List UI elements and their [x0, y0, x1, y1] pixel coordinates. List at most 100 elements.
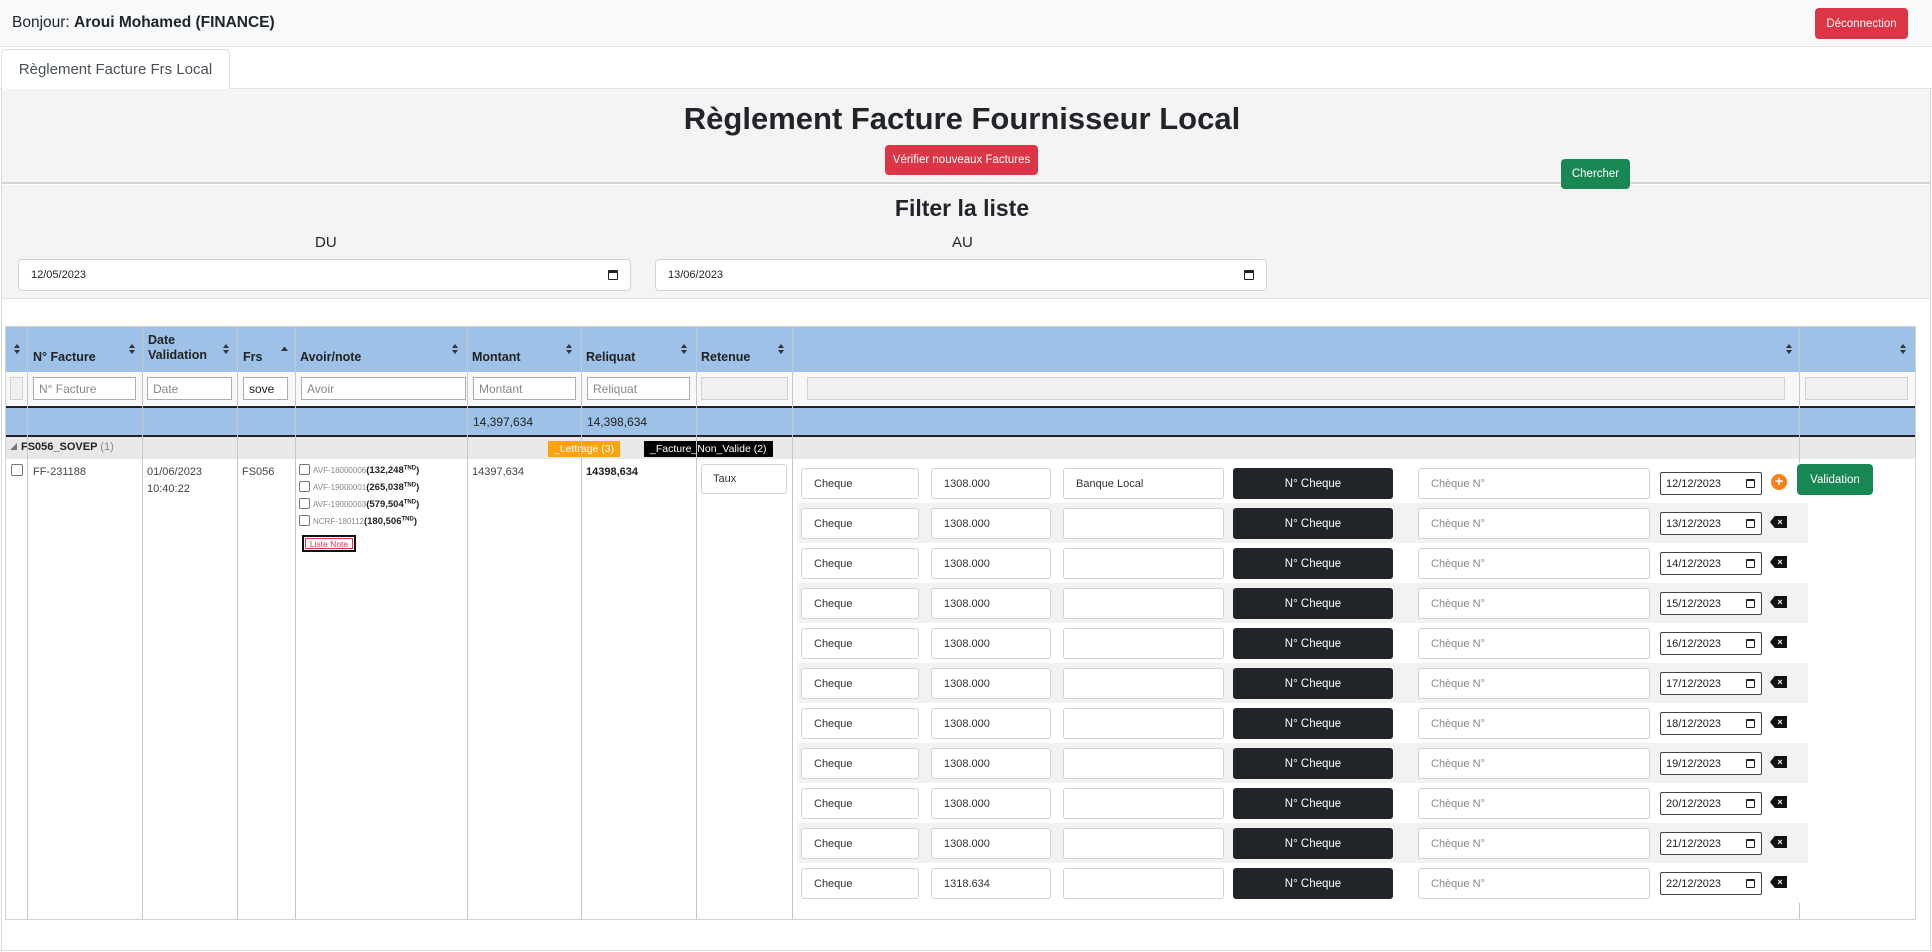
- payment-bank-input[interactable]: [1063, 828, 1224, 859]
- cheque-number-button[interactable]: N° Cheque: [1233, 548, 1393, 579]
- cheque-number-input[interactable]: Chèque N°: [1418, 588, 1650, 619]
- col-header-frs[interactable]: Frs: [243, 350, 262, 365]
- payment-type-input[interactable]: Cheque: [801, 588, 919, 619]
- payment-date-input[interactable]: 13/12/2023: [1660, 512, 1762, 535]
- payment-date-input[interactable]: 17/12/2023: [1660, 672, 1762, 695]
- logout-button[interactable]: Déconnection: [1815, 8, 1908, 39]
- filter-frs-input[interactable]: sove: [243, 377, 288, 400]
- sort-icon[interactable]: [566, 344, 573, 354]
- calendar-icon[interactable]: [1746, 799, 1755, 808]
- payment-type-input[interactable]: Cheque: [801, 628, 919, 659]
- payment-bank-input[interactable]: [1063, 748, 1224, 779]
- cheque-number-input[interactable]: Chèque N°: [1418, 748, 1650, 779]
- sort-icon[interactable]: [1786, 344, 1793, 354]
- payment-date-input[interactable]: 18/12/2023: [1660, 712, 1762, 735]
- payment-date-input[interactable]: 21/12/2023: [1660, 832, 1762, 855]
- calendar-icon[interactable]: [1746, 879, 1755, 888]
- col-header-montant[interactable]: Montant: [472, 350, 521, 365]
- remove-payment-icon[interactable]: ×: [1770, 556, 1787, 568]
- filter-avoir-input[interactable]: Avoir: [301, 377, 466, 400]
- payment-date-input[interactable]: 20/12/2023: [1660, 792, 1762, 815]
- payment-bank-input[interactable]: [1063, 548, 1224, 579]
- payment-date-input[interactable]: 19/12/2023: [1660, 752, 1762, 775]
- liste-note-button[interactable]: Liste Note: [302, 535, 356, 552]
- payment-date-input[interactable]: 15/12/2023: [1660, 592, 1762, 615]
- cheque-number-input[interactable]: Chèque N°: [1418, 828, 1650, 859]
- cheque-number-input[interactable]: Chèque N°: [1418, 548, 1650, 579]
- avoir-checkbox[interactable]: [299, 464, 310, 475]
- payment-bank-input[interactable]: [1063, 508, 1224, 539]
- remove-payment-icon[interactable]: ×: [1770, 516, 1787, 528]
- cheque-number-input[interactable]: Chèque N°: [1418, 468, 1650, 499]
- cheque-number-button[interactable]: N° Cheque: [1233, 468, 1393, 499]
- payment-date-input[interactable]: 12/12/2023: [1660, 472, 1762, 495]
- sort-icon[interactable]: [14, 344, 21, 354]
- col-header-reliquat[interactable]: Reliquat: [586, 350, 635, 365]
- col-header-avoir-note[interactable]: Avoir/note: [300, 350, 361, 365]
- row-select-checkbox[interactable]: [11, 464, 23, 476]
- cheque-number-button[interactable]: N° Cheque: [1233, 748, 1393, 779]
- tab-reglement-facture[interactable]: Règlement Facture Frs Local: [1, 49, 230, 90]
- remove-payment-icon[interactable]: ×: [1770, 796, 1787, 808]
- cheque-number-input[interactable]: Chèque N°: [1418, 788, 1650, 819]
- avoir-checkbox[interactable]: [299, 481, 310, 492]
- calendar-icon[interactable]: [1746, 599, 1755, 608]
- cheque-number-button[interactable]: N° Cheque: [1233, 708, 1393, 739]
- payment-type-input[interactable]: Cheque: [801, 868, 919, 899]
- lettrage-badge[interactable]: _Lettrage (3): [548, 441, 621, 457]
- calendar-icon[interactable]: [1746, 519, 1755, 528]
- filter-reliquat-input[interactable]: Reliquat: [587, 377, 690, 400]
- calendar-icon[interactable]: [1746, 839, 1755, 848]
- payment-date-input[interactable]: 16/12/2023: [1660, 632, 1762, 655]
- cheque-number-input[interactable]: Chèque N°: [1418, 668, 1650, 699]
- payment-bank-input[interactable]: [1063, 588, 1224, 619]
- group-title[interactable]: FS056_SOVEP (1): [10, 441, 114, 453]
- payment-bank-input[interactable]: [1063, 668, 1224, 699]
- payment-type-input[interactable]: Cheque: [801, 828, 919, 859]
- remove-payment-icon[interactable]: ×: [1770, 716, 1787, 728]
- avoir-checkbox[interactable]: [299, 515, 310, 526]
- payment-amount-input[interactable]: 1308.000: [931, 788, 1051, 819]
- payment-amount-input[interactable]: 1308.000: [931, 548, 1051, 579]
- calendar-icon[interactable]: [1746, 639, 1755, 648]
- payment-amount-input[interactable]: 1308.000: [931, 668, 1051, 699]
- search-button[interactable]: Chercher: [1561, 159, 1630, 189]
- cheque-number-button[interactable]: N° Cheque: [1233, 828, 1393, 859]
- cheque-number-button[interactable]: N° Cheque: [1233, 508, 1393, 539]
- remove-payment-icon[interactable]: ×: [1770, 676, 1787, 688]
- cheque-number-input[interactable]: Chèque N°: [1418, 708, 1650, 739]
- au-date-input[interactable]: 13/06/2023: [655, 259, 1267, 291]
- col-header-date-validation[interactable]: Date Validation: [148, 333, 208, 363]
- payment-bank-input[interactable]: [1063, 628, 1224, 659]
- cheque-number-input[interactable]: Chèque N°: [1418, 508, 1650, 539]
- sort-icon[interactable]: [1900, 344, 1907, 354]
- payment-type-input[interactable]: Cheque: [801, 548, 919, 579]
- payment-bank-input[interactable]: [1063, 708, 1224, 739]
- remove-payment-icon[interactable]: ×: [1770, 836, 1787, 848]
- calendar-icon[interactable]: [1746, 559, 1755, 568]
- cheque-number-button[interactable]: N° Cheque: [1233, 588, 1393, 619]
- payment-type-input[interactable]: Cheque: [801, 748, 919, 779]
- payment-date-input[interactable]: 14/12/2023: [1660, 552, 1762, 575]
- payment-type-input[interactable]: Cheque: [801, 668, 919, 699]
- filter-facture-input[interactable]: N° Facture: [33, 377, 136, 400]
- sort-icon[interactable]: [778, 344, 785, 354]
- sort-icon[interactable]: [452, 344, 459, 354]
- filter-montant-input[interactable]: Montant: [473, 377, 576, 400]
- payment-amount-input[interactable]: 1308.000: [931, 828, 1051, 859]
- calendar-icon[interactable]: [1746, 719, 1755, 728]
- sort-icon[interactable]: [223, 344, 230, 354]
- du-date-input[interactable]: 12/05/2023: [18, 259, 631, 291]
- validation-button[interactable]: Validation: [1797, 464, 1873, 495]
- retenue-rate-input[interactable]: Taux: [701, 464, 787, 494]
- cheque-number-button[interactable]: N° Cheque: [1233, 868, 1393, 899]
- payment-amount-input[interactable]: 1308.000: [931, 588, 1051, 619]
- calendar-icon[interactable]: [1746, 679, 1755, 688]
- sort-icon[interactable]: [681, 344, 688, 354]
- sort-icon[interactable]: [129, 344, 136, 354]
- remove-payment-icon[interactable]: ×: [1770, 636, 1787, 648]
- payment-bank-input[interactable]: Banque Local: [1063, 468, 1224, 499]
- payment-amount-input[interactable]: 1308.000: [931, 468, 1051, 499]
- non-valide-badge[interactable]: _Facture_Non_Valide (2): [644, 441, 773, 457]
- sort-asc-icon[interactable]: [281, 346, 288, 351]
